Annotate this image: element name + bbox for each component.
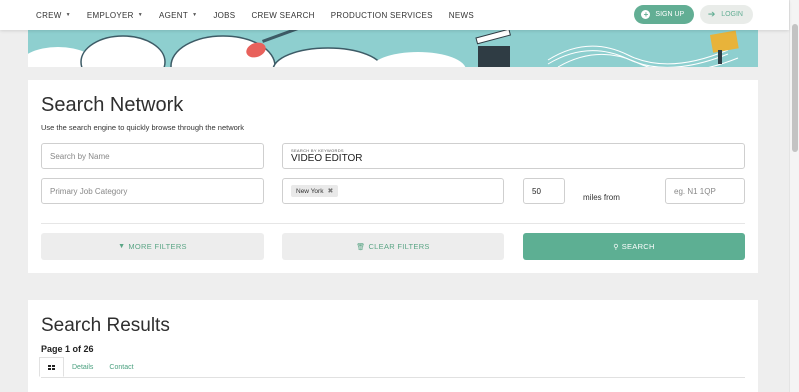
search-by-keywords-input[interactable]: SEARCH BY KEYWORDS VIDEO EDITOR [282,143,745,169]
search-network-subtitle: Use the search engine to quickly browse … [41,123,245,132]
tab-details[interactable]: Details [64,357,101,377]
nav-item-news[interactable]: NEWS [449,11,474,20]
nav-item-label: PRODUCTION SERVICES [330,10,433,20]
page-indicator: Page 1 of 26 [41,344,94,354]
search-label: SEARCH [621,242,655,251]
nav-item-production-services[interactable]: PRODUCTION SERVICES [331,11,433,20]
more-filters-label: MORE FILTERS [128,242,187,251]
search-network-panel: Search Network Use the search engine to … [28,80,758,273]
banner-artwork [28,30,758,67]
job-category-placeholder: Primary Job Category [50,186,128,196]
nav-item-label: NEWS [448,10,474,20]
nav-item-label: CREW SEARCH [251,10,315,20]
search-by-name-placeholder: Search by Name [50,151,110,161]
nav-item-employer[interactable]: EMPLOYER ▼ [87,11,143,20]
nav-item-label: AGENT [159,10,189,20]
filter-icon: ▼ [118,243,126,250]
search-network-title: Search Network [41,94,184,116]
results-view-tabs: Details Contact [39,357,142,377]
nav-item-agent[interactable]: AGENT ▼ [159,11,197,20]
filters-divider [41,223,745,224]
caret-down-icon: ▼ [192,12,198,18]
nav-item-crew[interactable]: CREW ▼ [36,11,71,20]
sign-in-icon: ➔ [707,9,716,19]
miles-radius-input[interactable]: 50 [523,178,565,204]
sign-up-button[interactable]: + SIGN UP [634,5,695,24]
clear-filters-button[interactable]: 🗑 CLEAR FILTERS [282,233,504,260]
tab-grid-view[interactable] [39,357,64,377]
nav-item-crew-search[interactable]: CREW SEARCH [251,11,314,20]
page-scrollbar[interactable] [789,0,799,392]
hero-banner-illustration [28,30,758,67]
sign-up-label: SIGN UP [655,11,685,18]
nav-item-label: EMPLOYER [86,10,134,20]
auth-buttons: + SIGN UP ➔ LOGIN [634,5,753,24]
location-tag: New York ✖ [291,185,339,197]
search-by-name-input[interactable]: Search by Name [41,143,264,169]
postcode-placeholder: eg. N1 1QP [674,186,716,196]
caret-down-icon: ▼ [65,12,71,18]
trash-icon: 🗑 [356,243,366,251]
miles-radius-value: 50 [532,186,541,196]
caret-down-icon: ▼ [137,12,144,18]
scrollbar-thumb[interactable] [792,24,798,152]
login-button[interactable]: ➔ LOGIN [700,5,753,24]
login-label: LOGIN [721,11,743,18]
nav-item-label: JOBS [213,10,236,20]
plus-icon: + [641,10,651,19]
postcode-input[interactable]: eg. N1 1QP [665,178,745,204]
nav-item-label: CREW [36,10,62,20]
tabs-underline [41,377,745,378]
location-tags-input[interactable]: New York ✖ [282,178,504,204]
top-navigation-bar: CREW ▼ EMPLOYER ▼ AGENT ▼ JOBS CREW SEAR… [0,0,789,30]
miles-from-label: miles from [583,193,620,202]
keywords-field-value: VIDEO EDITOR [291,153,363,164]
search-button[interactable]: ⚲ SEARCH [523,233,745,260]
clear-filters-label: CLEAR FILTERS [368,242,430,251]
search-results-panel: Search Results Page 1 of 26 Details Cont… [28,300,758,392]
nav-menu: CREW ▼ EMPLOYER ▼ AGENT ▼ JOBS CREW SEAR… [36,11,490,20]
nav-item-jobs[interactable]: JOBS [213,11,235,20]
remove-tag-icon[interactable]: ✖ [327,187,333,195]
search-icon: ⚲ [613,243,619,251]
tab-contact[interactable]: Contact [101,357,141,377]
primary-job-category-select[interactable]: Primary Job Category [41,178,264,204]
grid-view-icon [48,364,55,370]
search-results-title: Search Results [41,315,170,336]
more-filters-button[interactable]: ▼ MORE FILTERS [41,233,264,260]
location-tag-label: New York [296,187,324,195]
